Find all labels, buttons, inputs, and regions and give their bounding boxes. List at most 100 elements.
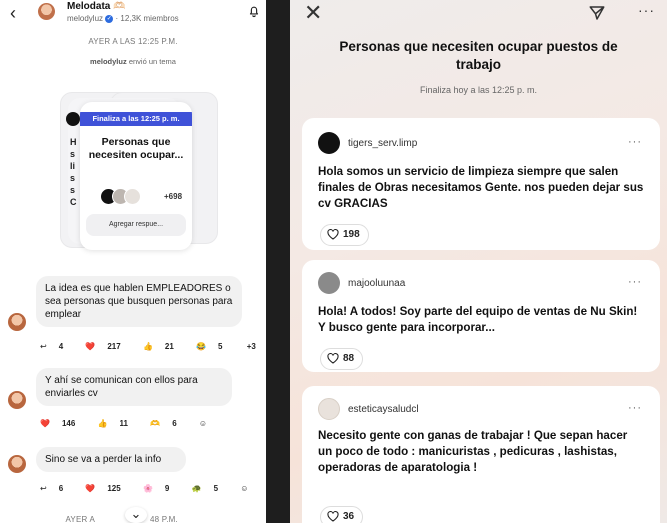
heart-icon	[327, 352, 339, 364]
thumbs-up-icon: 👍	[97, 419, 108, 428]
response-card[interactable]: esteticaysaludcl ··· Necesito gente con …	[302, 386, 660, 523]
reply-count[interactable]: ↩ 6	[40, 484, 73, 493]
turtle-icon: 🐢	[191, 484, 202, 493]
member-count: 12,3K miembros	[120, 14, 179, 23]
laugh-icon: 😂	[196, 342, 207, 351]
heart-icon: ❤️	[85, 484, 96, 493]
thread-deadline: Finaliza hoy a las 12:25 p. m.	[419, 85, 538, 95]
like-button[interactable]: 198	[320, 224, 369, 246]
reply-icon: ↩	[40, 484, 47, 493]
reaction-chip[interactable]: 🌸 9	[143, 484, 179, 493]
reaction-value: 4	[58, 342, 64, 351]
reaction-value: 6	[58, 484, 64, 493]
reaction-value: 6	[172, 419, 177, 428]
channel-avatar[interactable]	[38, 3, 55, 20]
more-options-icon[interactable]: ···	[628, 402, 642, 414]
add-answer-button[interactable]: Agregar respue...	[86, 214, 186, 236]
reaction-value: 9	[164, 484, 170, 493]
add-reaction-icon: ☺	[240, 484, 249, 493]
channel-title-emoji: 🫶🏻	[113, 1, 126, 12]
thread-title: Personas que necesiten ocupar puestos de…	[339, 39, 618, 72]
sender-avatar[interactable]	[8, 391, 26, 409]
like-button[interactable]: 36	[320, 506, 364, 523]
reaction-value: 5	[213, 484, 219, 493]
like-count: 198	[343, 229, 360, 240]
reaction-value: 11	[119, 419, 128, 428]
add-reaction-button[interactable]: ☺	[240, 484, 258, 493]
message-bubble[interactable]: Y ahí se comunican con ellos para enviar…	[36, 368, 232, 406]
send-icon[interactable]	[588, 4, 606, 22]
verified-icon: ✓	[105, 14, 114, 23]
add-reaction-button[interactable]: ☺	[199, 419, 217, 428]
more-reactions-chip[interactable]: +3	[245, 342, 266, 351]
response-card[interactable]: tigers_serv.limp ··· Hola somos un servi…	[302, 118, 660, 250]
poll-back-avatar	[66, 112, 80, 126]
reaction-chip[interactable]: 😂 5	[196, 342, 232, 351]
poll-title: Personas que necesiten ocupar...	[88, 136, 184, 161]
reaction-bar: ↩ 6 ❤️ 125 🌸 9 🐢 5 ☺	[40, 484, 266, 493]
response-text: Necesito gente con ganas de trabajar ! Q…	[318, 429, 628, 474]
close-icon[interactable]: ✕	[304, 2, 322, 24]
reaction-chip[interactable]: ❤️ 125	[85, 484, 130, 493]
reaction-chip[interactable]: ❤️ 146	[40, 419, 85, 428]
response-username[interactable]: esteticaysaludcl	[348, 404, 419, 415]
timestamp: AYER A LAS 12:25 P.M.	[88, 37, 178, 46]
channel-chat-panel: ‹ Melodata 🫶🏻 melodyluz ✓ · 12,3K miembr…	[0, 0, 266, 523]
reaction-value: 146	[61, 419, 76, 428]
scroll-down-chevron-icon[interactable]: ⌄	[125, 507, 147, 523]
poll-participants: +698	[100, 188, 190, 206]
divider	[266, 0, 290, 523]
reaction-chip[interactable]: 👍 21	[143, 342, 184, 351]
response-text: Hola! A todos! Soy parte del equipo de v…	[318, 305, 638, 334]
reaction-value: 217	[107, 342, 121, 351]
system-message: melodyluz envió un tema	[0, 57, 266, 66]
chat-header: ‹ Melodata 🫶🏻 melodyluz ✓ · 12,3K miembr…	[0, 0, 266, 30]
timestamp-partial-a: AYER A	[65, 515, 95, 523]
heart-icon: ❤️	[85, 342, 96, 351]
participant-count: +698	[164, 192, 183, 201]
add-reaction-icon: ☺	[198, 419, 208, 428]
user-avatar[interactable]	[318, 272, 340, 294]
participant-avatar	[124, 188, 141, 205]
smile-eyes-icon: 🫶	[150, 419, 161, 428]
poll-back-text: H s li s s C	[70, 137, 77, 207]
more-options-icon[interactable]: ···	[628, 276, 642, 288]
message-bubble[interactable]: Sino se va a perder la info	[36, 447, 186, 472]
channel-subtitle: melodyluz ✓ · 12,3K miembros	[67, 14, 179, 23]
response-username[interactable]: tigers_serv.limp	[348, 138, 417, 149]
reply-count[interactable]: ↩ 4	[40, 342, 73, 351]
channel-title[interactable]: Melodata 🫶🏻	[67, 1, 126, 12]
more-options-icon[interactable]: ···	[638, 2, 655, 18]
poll-card[interactable]: Finaliza a las 12:25 p. m. Personas que …	[80, 102, 192, 250]
reply-icon: ↩	[40, 342, 47, 351]
reaction-chip[interactable]: 🫶 6	[150, 419, 186, 428]
like-button[interactable]: 88	[320, 348, 364, 370]
sender-avatar[interactable]	[8, 313, 26, 331]
back-icon[interactable]: ‹	[10, 4, 16, 22]
like-count: 36	[343, 511, 355, 522]
timestamp-partial-b: 48 P.M.	[150, 515, 178, 523]
screen: ‹ Melodata 🫶🏻 melodyluz ✓ · 12,3K miembr…	[0, 0, 667, 523]
system-message-user: melodyluz	[90, 57, 127, 66]
like-count: 88	[343, 353, 355, 364]
heart-icon: ❤️	[40, 419, 50, 428]
response-username[interactable]: majooluunaa	[348, 278, 405, 289]
heart-icon	[327, 510, 339, 522]
bell-icon[interactable]	[247, 4, 261, 18]
reaction-chip[interactable]: 👍 11	[98, 419, 138, 428]
reaction-value: 125	[107, 484, 121, 493]
poll-deadline-badge: Finaliza a las 12:25 p. m.	[80, 112, 192, 126]
reaction-chip[interactable]: 🐢 5	[192, 484, 228, 493]
dot-separator: ·	[115, 14, 119, 23]
channel-handle: melodyluz	[67, 14, 104, 23]
user-avatar[interactable]	[318, 132, 340, 154]
reaction-value: +3	[246, 342, 256, 351]
sender-avatar[interactable]	[8, 455, 26, 473]
response-card[interactable]: majooluunaa ··· Hola! A todos! Soy parte…	[302, 260, 660, 372]
user-avatar[interactable]	[318, 398, 340, 420]
message-bubble[interactable]: La idea es que hablen EMPLEADORES o sea …	[36, 276, 242, 327]
reaction-chip[interactable]: ❤️ 217	[85, 342, 130, 351]
system-message-action: envió un tema	[128, 57, 176, 66]
reaction-value: 21	[164, 342, 174, 351]
more-options-icon[interactable]: ···	[628, 136, 642, 148]
